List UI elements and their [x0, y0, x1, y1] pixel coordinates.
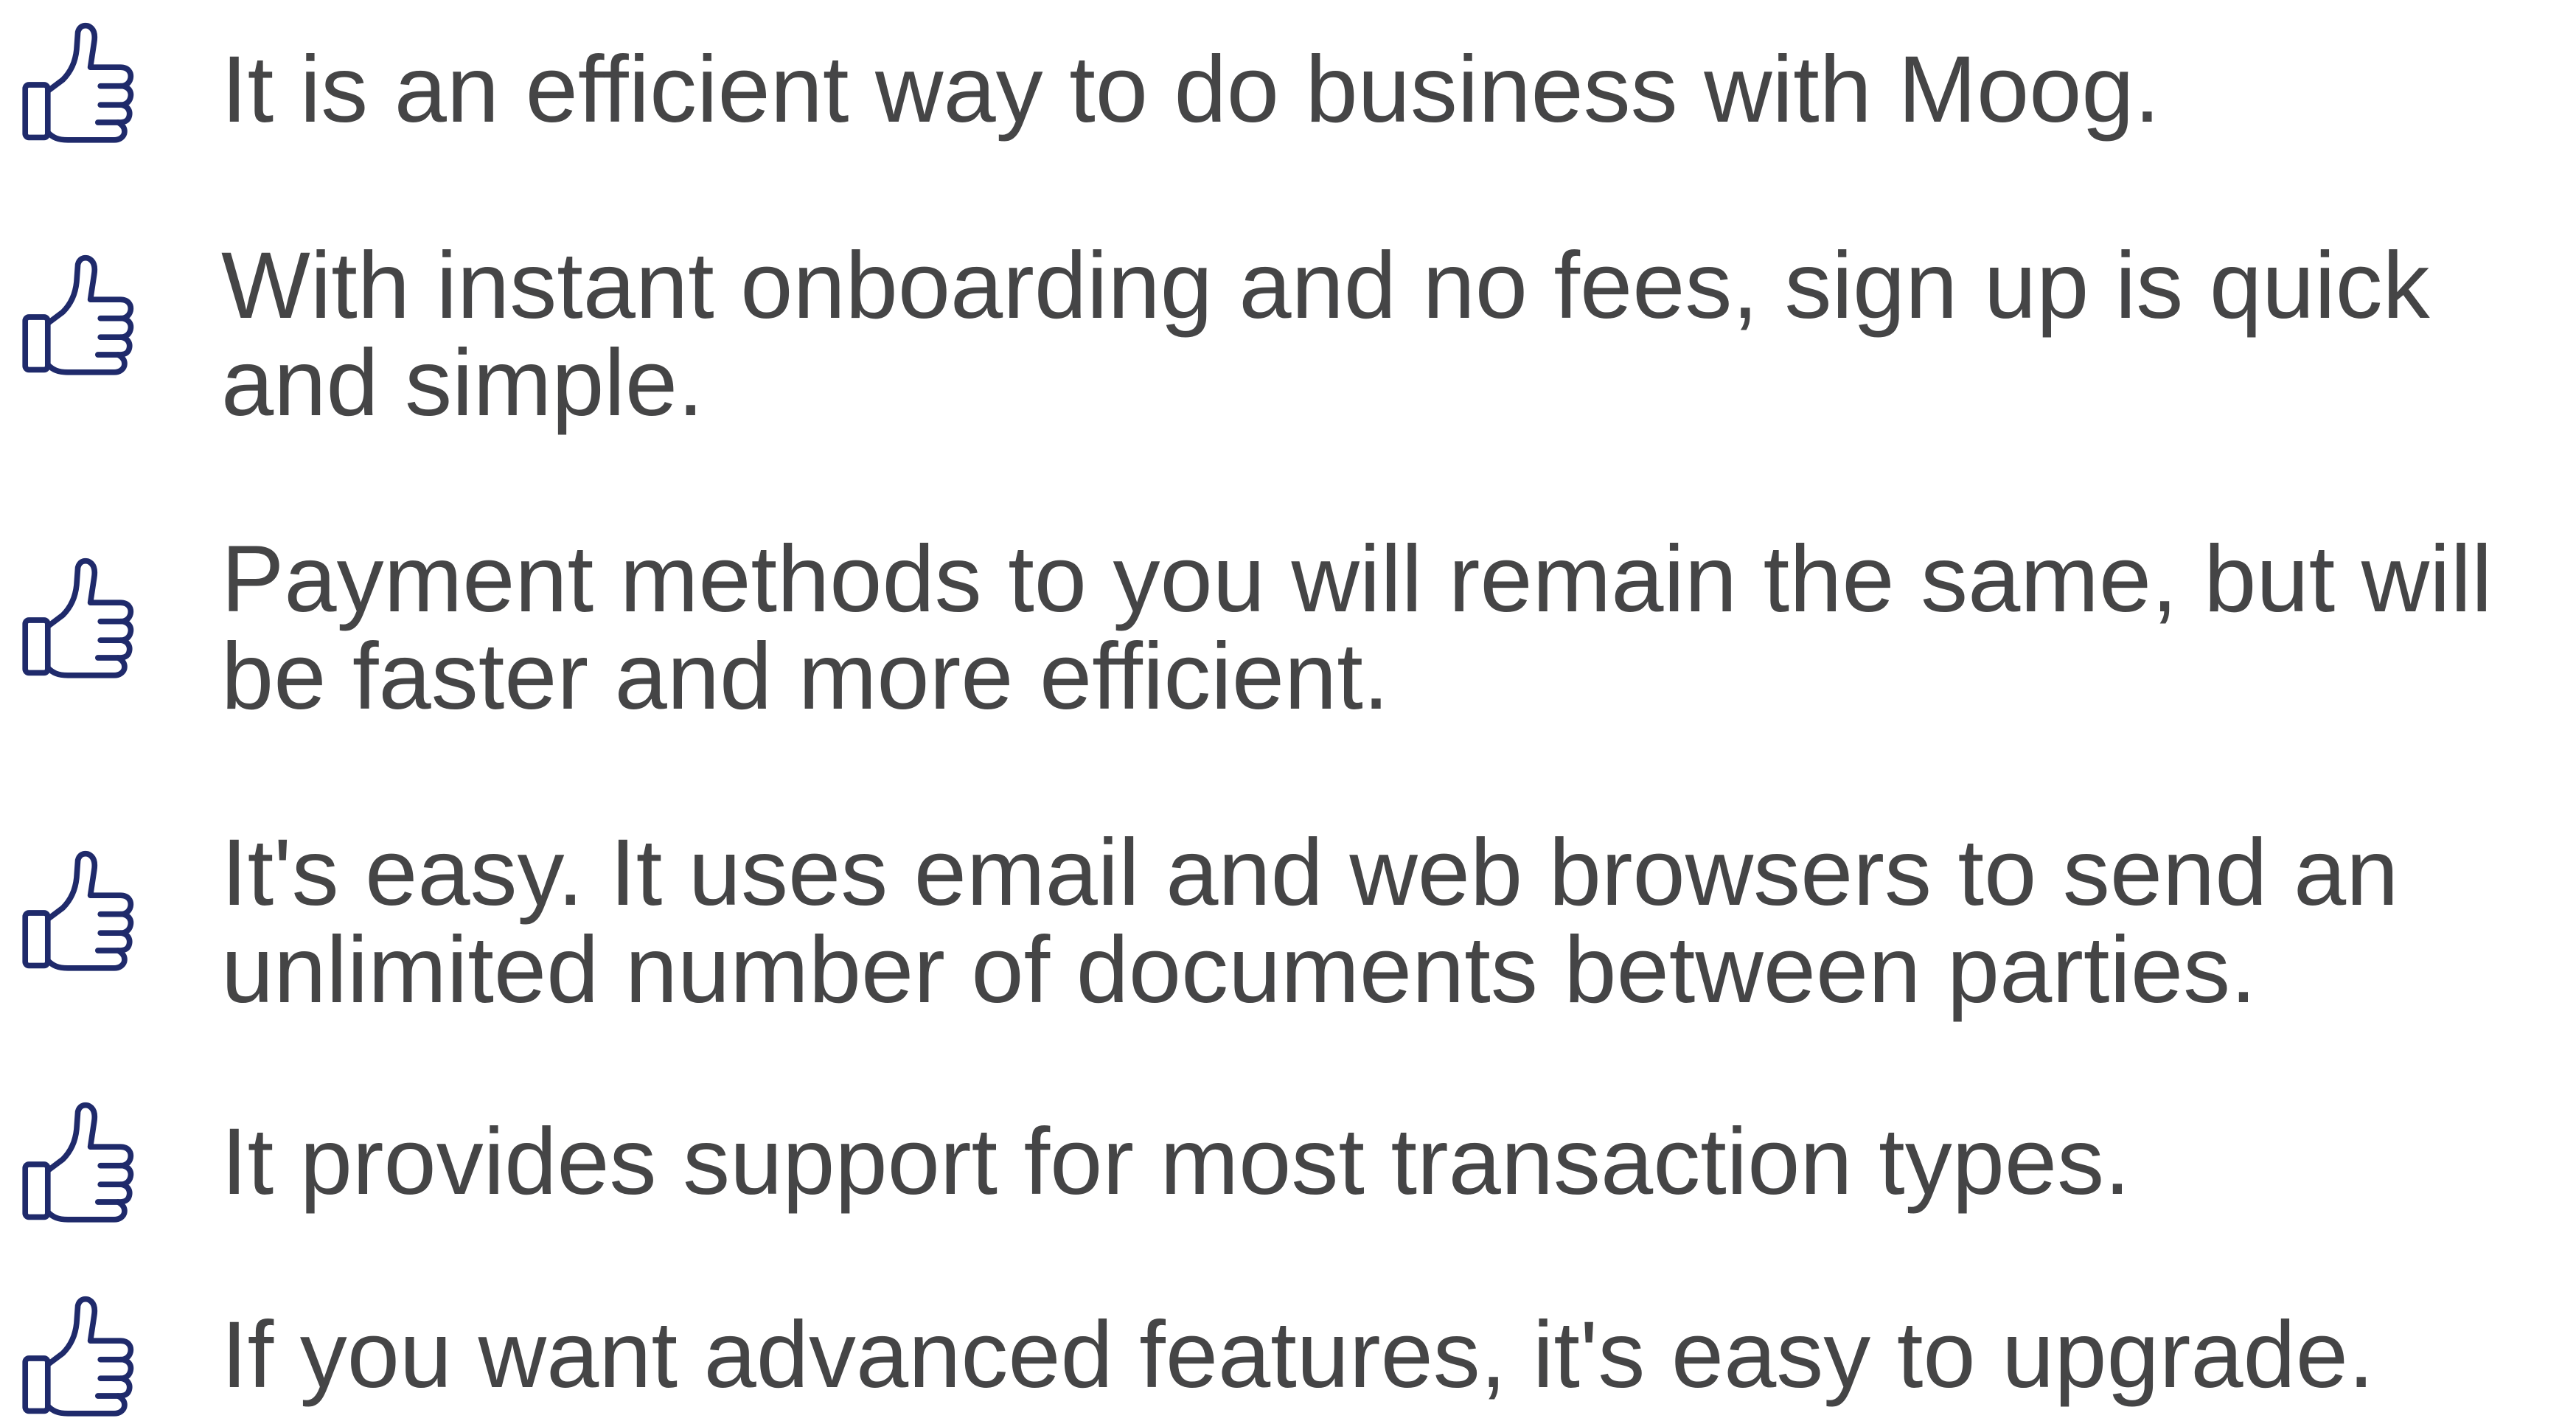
thumbs-up-icon — [18, 557, 143, 683]
benefit-text: With instant onboarding and no fees, sig… — [221, 233, 2430, 436]
benefit-text: If you want advanced features, it's easy… — [221, 1302, 2375, 1408]
thumbs-up-icon — [18, 1296, 143, 1421]
thumbs-up-icon — [18, 254, 143, 380]
benefit-text: It provides support for most transaction… — [221, 1109, 2131, 1215]
benefit-text: It's easy. It uses email and web browser… — [221, 820, 2399, 1023]
thumbs-up-icon — [18, 1102, 143, 1227]
thumbs-up-icon — [18, 22, 143, 147]
benefit-text: It is an efficient way to do business wi… — [221, 37, 2161, 142]
thumbs-up-icon — [18, 850, 143, 976]
benefit-text: Payment methods to you will remain the s… — [221, 527, 2493, 729]
